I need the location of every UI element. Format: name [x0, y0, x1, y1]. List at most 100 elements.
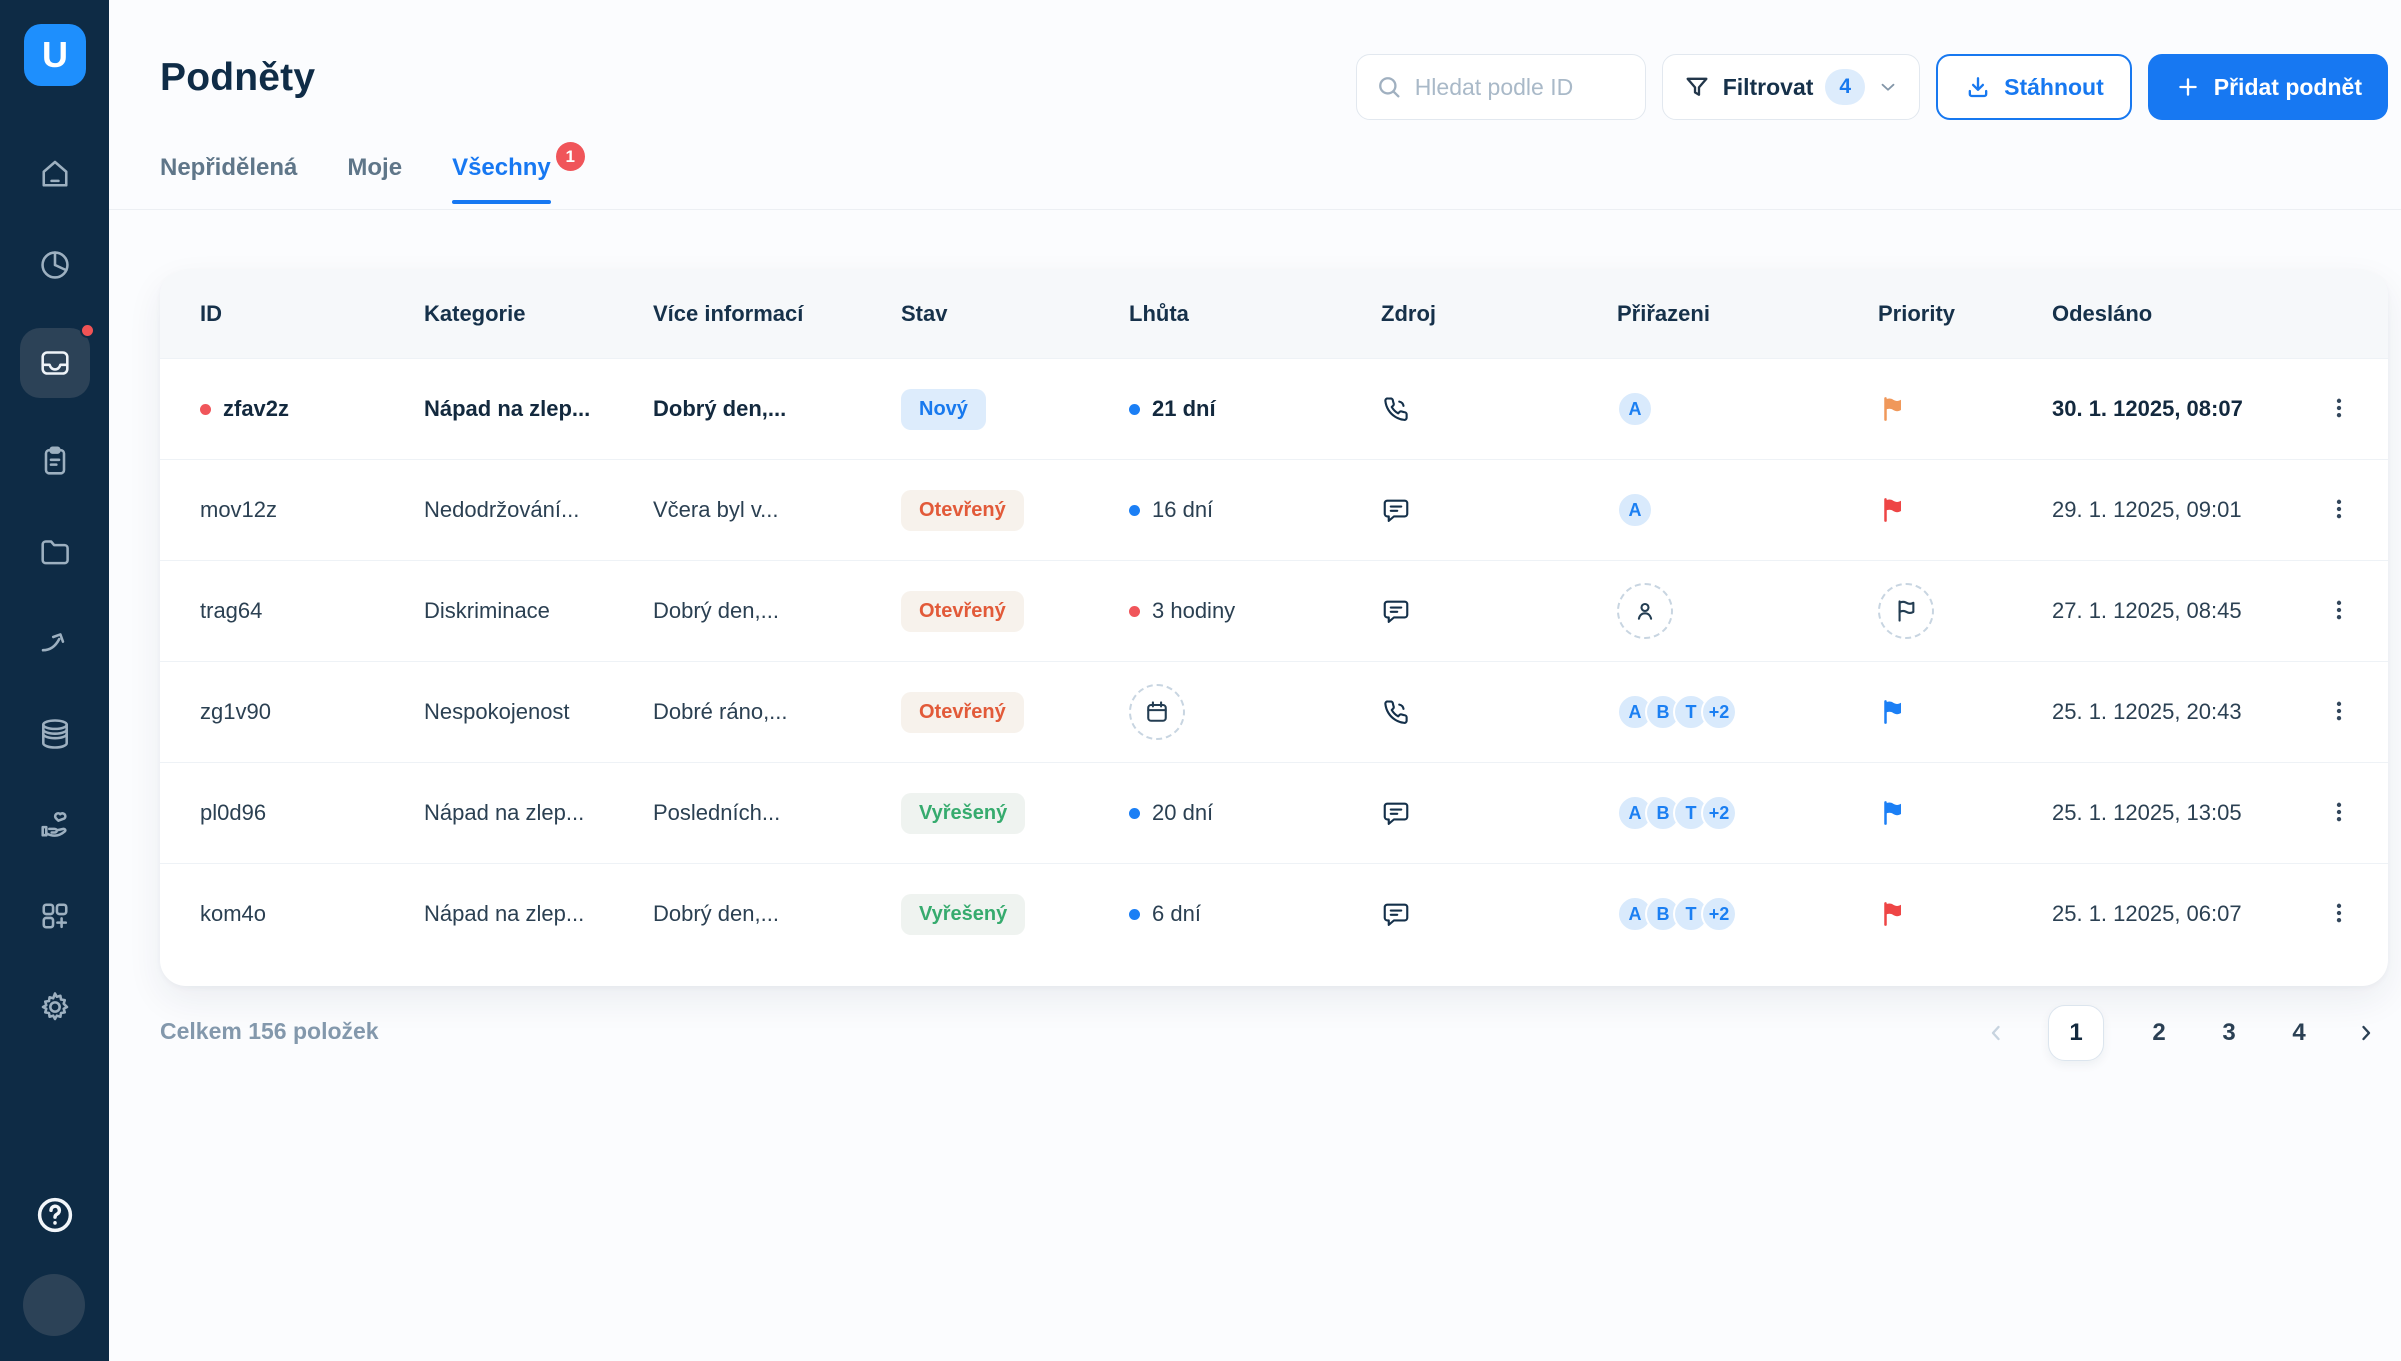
app-window: U Podněty Hledat podle ID Filtrovat 4 St… [0, 0, 2401, 1361]
submissions-table: ID Kategorie Více informací Stav Lhůta Z… [160, 270, 2388, 986]
sidebar-item-settings[interactable] [20, 979, 90, 1035]
table-row[interactable]: kom4o Nápad na zlep... Dobrý den,... Vyř… [160, 863, 2388, 964]
row-menu-button[interactable] [2320, 894, 2358, 935]
filter-count-badge: 4 [1825, 69, 1866, 105]
sent-date: 25. 1. 12025, 13:05 [2052, 800, 2242, 825]
download-button[interactable]: Stáhnout [1936, 54, 2132, 120]
next-page-button[interactable] [2354, 1021, 2378, 1045]
sidebar-item-analytics[interactable] [20, 237, 90, 293]
status-badge: Otevřený [901, 489, 1024, 531]
page-2-button[interactable]: 2 [2144, 1019, 2174, 1047]
add-submission-button[interactable]: Přidat podnět [2147, 54, 2388, 120]
help-button[interactable] [31, 1191, 78, 1238]
chat-source-icon [1383, 903, 1409, 926]
chat-source-icon [1383, 499, 1409, 522]
page-4-button[interactable]: 4 [2284, 1019, 2314, 1047]
deadline-text: 20 dní [1152, 800, 1214, 825]
inbox-notification-dot [79, 323, 95, 338]
tab-bar: Nepřidělená Moje Všechny 1 [109, 142, 2401, 210]
deadline-placeholder[interactable] [1129, 684, 1185, 740]
database-icon [41, 719, 68, 749]
col-source: Zdroj [1381, 301, 1436, 326]
sent-date: 29. 1. 12025, 09:01 [2052, 497, 2242, 522]
table-row[interactable]: zfav2z Nápad na zlep... Dobrý den,... No… [160, 358, 2388, 459]
sidebar-item-inbox[interactable] [19, 323, 95, 398]
table-row[interactable]: pl0d96 Nápad na zlep... Posledních... Vy… [160, 762, 2388, 863]
sidebar-item-tasks[interactable] [20, 433, 90, 489]
search-box[interactable] [1355, 54, 1646, 120]
table-row[interactable]: mov12z Nedodržování... Včera byl v... Ot… [160, 459, 2388, 560]
table-row[interactable]: trag64 Diskriminace Dobrý den,... Otevře… [160, 560, 2388, 661]
sidebar-item-database[interactable] [20, 706, 90, 762]
sidebar-item-forward[interactable] [20, 615, 90, 671]
table-row[interactable]: zg1v90 Nespokojenost Dobré ráno,... Otev… [160, 661, 2388, 762]
row-menu-button[interactable] [2320, 389, 2358, 430]
deadline-dot [1129, 807, 1140, 819]
filter-button[interactable]: Filtrovat 4 [1661, 54, 1921, 120]
avatar-overflow: +2 [1701, 795, 1737, 831]
funnel-icon [1686, 77, 1708, 96]
sidebar: U [0, 0, 109, 1361]
deadline-text: 6 dní [1152, 901, 1201, 926]
row-category: Nedodržování... [424, 497, 580, 522]
assignee-avatars: A B T +2 [1617, 795, 1737, 831]
deadline-cell: 6 dní [1129, 901, 1381, 927]
row-menu-button[interactable] [2320, 490, 2358, 531]
row-category: Nápad na zlep... [424, 901, 585, 926]
row-category: Diskriminace [424, 598, 550, 623]
kebab-icon [2336, 701, 2342, 720]
deadline-dot [1129, 403, 1140, 415]
search-input[interactable] [1414, 73, 1627, 101]
filter-label: Filtrovat [1722, 73, 1814, 100]
sidebar-item-home[interactable] [20, 146, 90, 202]
deadline-cell: 3 hodiny [1129, 598, 1381, 624]
tab-unassigned[interactable]: Nepřidělená [160, 154, 297, 202]
tab-mine[interactable]: Moje [347, 154, 402, 202]
row-info: Dobrý den,... [653, 598, 779, 623]
priority-placeholder[interactable] [1878, 583, 1934, 639]
user-avatar[interactable] [23, 1274, 85, 1336]
sidebar-item-apps-add[interactable] [20, 888, 90, 944]
row-category: Nespokojenost [424, 699, 570, 724]
col-sent: Odesláno [2052, 301, 2153, 326]
app-logo[interactable]: U [24, 24, 86, 86]
deadline-cell: 16 dní [1129, 497, 1381, 523]
row-menu-button[interactable] [2320, 591, 2358, 632]
sidebar-item-care[interactable] [20, 797, 90, 853]
deadline-dot [1129, 504, 1140, 516]
sidebar-item-folder[interactable] [20, 524, 90, 580]
row-id: kom4o [200, 901, 267, 926]
tab-all[interactable]: Všechny 1 [452, 142, 585, 204]
row-info: Včera byl v... [653, 497, 779, 522]
download-icon [1968, 77, 1988, 98]
assign-placeholder[interactable] [1617, 583, 1673, 639]
col-assignees: Přiřazeni [1617, 301, 1710, 326]
row-info: Dobré ráno,... [653, 699, 788, 724]
hand-heart-icon [40, 812, 67, 837]
chevron-right-icon [2362, 1025, 2371, 1041]
deadline-text: 3 hodiny [1152, 598, 1236, 623]
flag-outline-icon [1898, 600, 1915, 622]
sent-date: 30. 1. 12025, 08:07 [2052, 396, 2243, 421]
chat-source-icon [1383, 802, 1409, 825]
page-1-button[interactable]: 1 [2048, 1005, 2104, 1061]
header-controls: Filtrovat 4 Stáhnout Přidat podnět [1355, 54, 2388, 120]
deadline-dot [1129, 605, 1140, 617]
search-icon [1378, 77, 1400, 98]
row-menu-button[interactable] [2320, 692, 2358, 733]
inbox-icon [40, 351, 69, 375]
help-icon [37, 1197, 72, 1232]
gear-icon [41, 992, 68, 1021]
row-menu-button[interactable] [2320, 793, 2358, 834]
previous-page-button[interactable] [1984, 1021, 2008, 1045]
plus-icon [2179, 78, 2197, 96]
col-info: Více informací [653, 301, 804, 326]
row-id: mov12z [200, 497, 278, 522]
phone-source-icon [1384, 397, 1408, 421]
add-label: Přidat podnět [2213, 73, 2362, 100]
kebab-icon [2336, 802, 2342, 821]
page-3-button[interactable]: 3 [2214, 1019, 2244, 1047]
chevron-down-icon [1881, 83, 1895, 91]
pie-chart-icon [40, 251, 69, 279]
calendar-icon [1147, 701, 1167, 722]
